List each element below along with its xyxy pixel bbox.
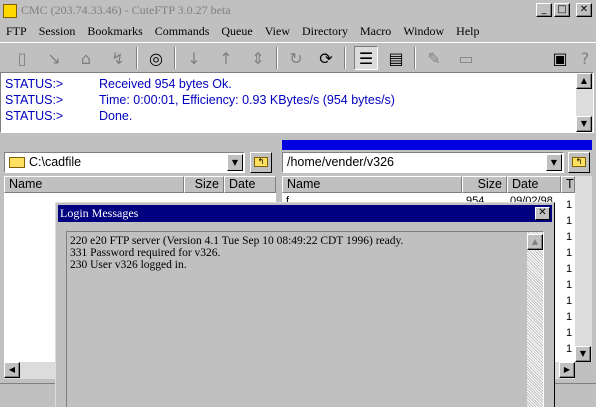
preview-icon[interactable]: ▭ [454, 46, 478, 70]
scroll-down-arrow-icon[interactable]: ▼ [575, 346, 591, 362]
scroll-up-arrow-icon[interactable]: ▲ [576, 73, 592, 89]
reload-icon[interactable]: ⟳ [314, 46, 338, 70]
scroll-down-arrow-icon[interactable]: ▼ [576, 116, 592, 132]
maximize-button[interactable]: □ [554, 3, 570, 17]
remote-path: /home/vender/v326 [287, 155, 395, 169]
remote-vscrollbar[interactable]: ▼ [575, 176, 592, 362]
disconnect-icon[interactable]: ↘ [42, 46, 66, 70]
menu-bookmarks[interactable]: Bookmarks [81, 24, 148, 39]
cuteftp-window: CMC (203.74.33.46) - CuteFTP 3.0.27 beta… [0, 0, 596, 407]
menu-window[interactable]: Window [397, 24, 450, 39]
local-up-folder-button[interactable]: ↰ [250, 152, 272, 173]
login-message-line: 230 User v326 logged in. [70, 259, 187, 271]
type-column-values: 1 1 1 1 1 1 1 1 1 1 [566, 199, 573, 355]
login-message-line: 220 e20 FTP server (Version 4.1 Tue Sep … [70, 235, 404, 247]
scroll-up-arrow-icon[interactable]: ▲ [527, 234, 543, 250]
status-scrollbar[interactable]: ▲ ▼ [576, 73, 593, 132]
dialog-title: Login Messages [60, 206, 139, 220]
remote-col-date[interactable]: Date [507, 176, 561, 193]
chevron-down-icon[interactable]: ▼ [227, 154, 243, 171]
close-button[interactable]: ✕ [576, 3, 592, 17]
menu-bar: FTP Session Bookmarks Commands Queue Vie… [0, 21, 596, 41]
menu-macro[interactable]: Macro [354, 24, 397, 39]
remote-col-size[interactable]: Size [462, 176, 507, 193]
chevron-down-icon[interactable]: ▼ [546, 154, 562, 171]
menu-view[interactable]: View [259, 24, 296, 39]
toolbar: ▯ ↘ ⌂ ↯ ◎ ↓ ↑ ⇕ ↻ ⟳ ☰ ▤ ✎ ▭ ▣ ? [0, 42, 596, 72]
folder-up-icon: ↰ [254, 157, 268, 167]
local-path: C:\cadfile [29, 155, 82, 169]
menu-ftp[interactable]: FTP [0, 24, 33, 39]
menu-queue[interactable]: Queue [215, 24, 258, 39]
dialog-title-bar[interactable]: Login Messages ✕ [58, 205, 552, 222]
detail-view-icon[interactable]: ▤ [384, 46, 408, 70]
menu-session[interactable]: Session [33, 24, 82, 39]
scroll-right-arrow-icon[interactable]: ▶ [559, 362, 575, 378]
menu-directory[interactable]: Directory [296, 24, 354, 39]
folder-icon [9, 157, 25, 168]
login-messages-dialog: Login Messages ✕ 220 e20 FTP server (Ver… [55, 202, 555, 407]
help-icon[interactable]: ? [576, 46, 594, 70]
login-message-line: 331 Password required for v326. [70, 247, 221, 259]
queue-icon[interactable]: ▣ [548, 46, 572, 70]
local-col-date[interactable]: Date [224, 176, 276, 193]
window-title: CMC (203.74.33.46) - CuteFTP 3.0.27 beta [21, 3, 231, 17]
status-log: STATUS:> Received 954 bytes Ok. STATUS:>… [0, 72, 594, 133]
dialog-close-button[interactable]: ✕ [535, 207, 550, 220]
connect-book-icon[interactable]: ▯ [10, 46, 34, 70]
stop-icon[interactable]: ◎ [144, 46, 168, 70]
local-col-name[interactable]: Name [4, 176, 184, 193]
login-messages-text[interactable]: 220 e20 FTP server (Version 4.1 Tue Sep … [66, 231, 544, 407]
transfer-icon[interactable]: ⇕ [246, 46, 270, 70]
title-bar[interactable]: CMC (203.74.33.46) - CuteFTP 3.0.27 beta… [0, 0, 596, 21]
local-col-size[interactable]: Size [184, 176, 224, 193]
folder-up-icon: ↰ [572, 157, 586, 167]
dialog-scrollbar[interactable]: ▲ [527, 232, 543, 407]
reconnect-icon[interactable]: ↯ [106, 46, 130, 70]
quick-connect-icon[interactable]: ⌂ [74, 46, 98, 70]
minimize-button[interactable]: _ [536, 3, 552, 17]
download-icon[interactable]: ↓ [182, 46, 206, 70]
remote-col-name[interactable]: Name [282, 176, 462, 193]
app-icon[interactable] [3, 3, 17, 18]
list-view-icon[interactable]: ☰ [354, 46, 378, 70]
refresh-icon[interactable]: ↻ [284, 46, 308, 70]
menu-help[interactable]: Help [450, 24, 485, 39]
menu-commands[interactable]: Commands [149, 24, 216, 39]
edit-icon[interactable]: ✎ [422, 46, 446, 70]
upload-icon[interactable]: ↑ [214, 46, 238, 70]
remote-path-combo[interactable]: /home/vender/v326 ▼ [282, 152, 564, 173]
local-path-combo[interactable]: C:\cadfile ▼ [4, 152, 245, 173]
scroll-left-arrow-icon[interactable]: ◀ [4, 362, 20, 378]
active-pane-indicator [282, 140, 592, 150]
remote-col-type[interactable]: T [561, 176, 575, 193]
remote-up-folder-button[interactable]: ↰ [568, 152, 590, 173]
